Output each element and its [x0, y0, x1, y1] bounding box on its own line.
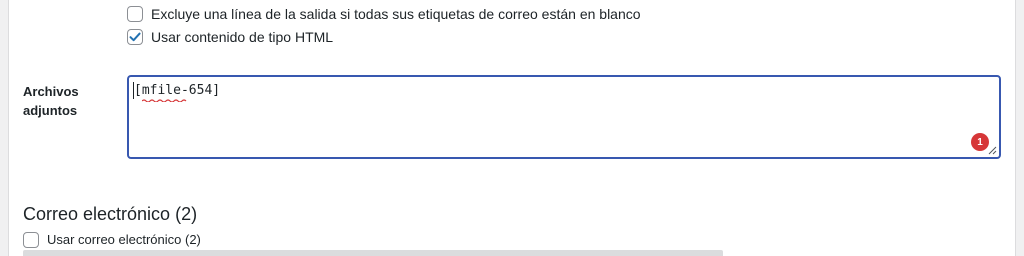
exclude-blank-label: Excluye una línea de la salida si todas …	[151, 6, 641, 22]
use-html-label: Usar contenido de tipo HTML	[151, 29, 334, 45]
truncated-description	[23, 250, 723, 256]
mail2-section-title: Correo electrónico (2)	[23, 204, 198, 224]
checkmark-icon	[129, 32, 141, 42]
exclude-blank-option[interactable]: Excluye una línea de la salida si todas …	[127, 5, 641, 23]
use-html-checkbox[interactable]	[127, 29, 143, 45]
spellcheck-underline	[142, 99, 187, 102]
use-mail2-label: Usar correo electrónico (2)	[47, 232, 201, 247]
right-panel-edge	[1015, 0, 1024, 256]
resize-handle-icon[interactable]	[988, 146, 997, 155]
attachments-textarea[interactable]: [mfile-654] 1	[127, 75, 1001, 159]
use-html-option[interactable]: Usar contenido de tipo HTML	[127, 28, 333, 46]
attachments-label: Archivos adjuntos	[23, 84, 79, 118]
attachments-value: [mfile-654]	[134, 83, 221, 98]
left-panel-edge	[0, 0, 9, 256]
use-mail2-option[interactable]: Usar correo electrónico (2)	[23, 231, 201, 249]
use-mail2-checkbox[interactable]	[23, 232, 39, 248]
notification-badge[interactable]: 1	[971, 133, 989, 151]
exclude-blank-checkbox[interactable]	[127, 6, 143, 22]
